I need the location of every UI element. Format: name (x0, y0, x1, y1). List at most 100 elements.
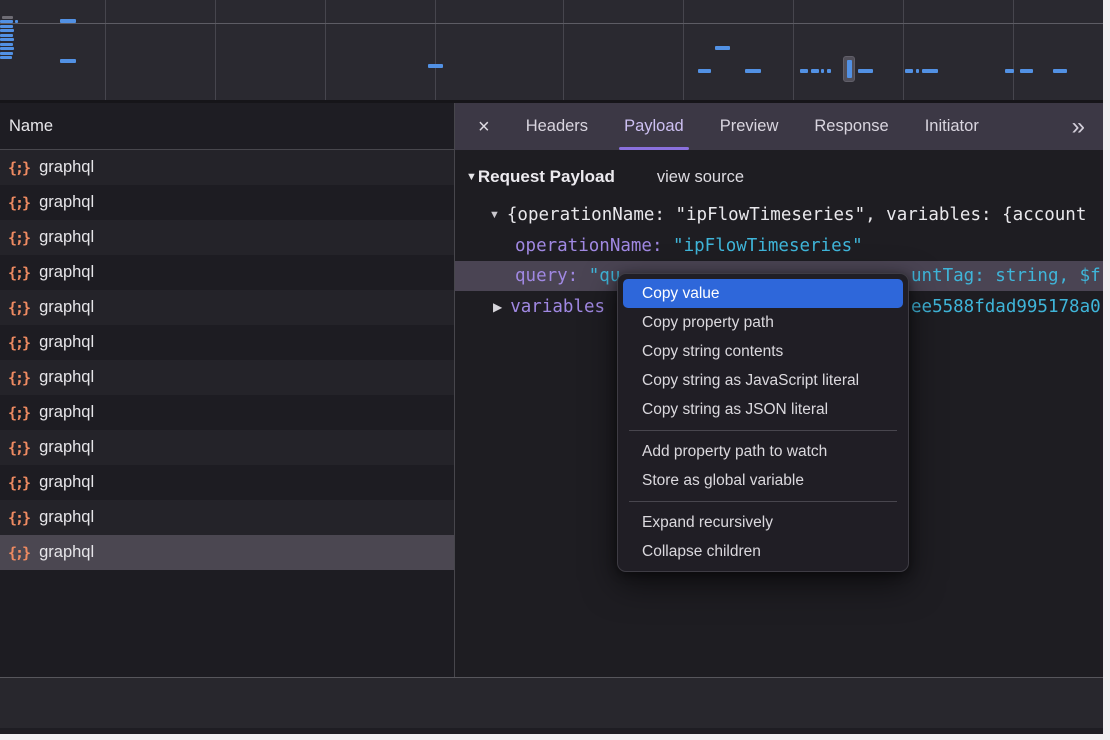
network-request-row[interactable]: {;} graphql (0, 255, 454, 290)
json-braces-icon: {;} (8, 404, 29, 422)
menu-divider (629, 501, 897, 502)
request-timeline-bar (60, 59, 76, 63)
network-request-row[interactable]: {;} graphql (0, 185, 454, 220)
network-request-row[interactable]: {;}graphql (0, 290, 454, 325)
payload-preview-text: {operationName: "ipFlowTimeseries", vari… (507, 205, 1086, 225)
request-timeline-bar (0, 34, 13, 37)
network-overview[interactable] (0, 0, 1103, 103)
json-braces-icon: {;} (8, 159, 29, 177)
timeline-gridline (435, 0, 436, 100)
menu-item-store-as-global-variable[interactable]: Store as global variable (623, 466, 903, 495)
section-expand-icon[interactable]: ▼ (466, 171, 477, 183)
timeline-gridline (105, 0, 106, 100)
request-timeline-bar (0, 47, 14, 50)
details-tab-bar: × Headers Payload Preview Response Initiator… (455, 103, 1103, 150)
network-request-row[interactable]: {;} graphql (0, 360, 454, 395)
devtools-window: Name {;}graphql{;}graphql{;}graphql{;}gr… (0, 0, 1103, 734)
json-braces-icon: {;} (8, 509, 29, 527)
collapsed-icon[interactable]: ▶ (493, 300, 502, 314)
timeline-gridline (215, 0, 216, 100)
network-request-row[interactable]: {;} graphql (0, 220, 454, 255)
tab-response[interactable]: Response (814, 103, 888, 150)
network-request-row[interactable]: {;}graphql (0, 325, 454, 360)
network-request-row[interactable]: {;}graphql (0, 430, 454, 465)
request-name-label: graphql (39, 368, 94, 387)
request-timeline-bar (1053, 69, 1067, 73)
name-column-label: Name (9, 117, 53, 136)
request-timeline-bar (0, 25, 13, 28)
json-braces-icon: {;} (8, 369, 29, 387)
network-request-row[interactable]: {;} graphql (0, 465, 454, 500)
request-name-label: graphql (39, 473, 94, 492)
menu-item-copy-string-as-javascript-literal[interactable]: Copy string as JavaScript literal (623, 366, 903, 395)
timeline-gridline (563, 0, 564, 100)
request-timeline-bar (1005, 69, 1014, 73)
request-timeline-bar (821, 69, 824, 73)
name-column-header[interactable]: Name (0, 103, 454, 150)
network-request-row[interactable]: {;} graphql (0, 500, 454, 535)
menu-item-expand-recursively[interactable]: Expand recursively (623, 508, 903, 537)
request-timeline-bar (0, 52, 13, 55)
request-name-label: graphql (39, 333, 94, 352)
more-tabs-icon[interactable]: » (1072, 115, 1085, 139)
network-request-row[interactable]: {;}graphql (0, 535, 454, 570)
menu-item-copy-string-contents[interactable]: Copy string contents (623, 337, 903, 366)
selected-request-bar (847, 60, 852, 78)
json-braces-icon: {;} (8, 229, 29, 247)
tab-headers[interactable]: Headers (526, 103, 588, 150)
request-timeline-bar (715, 46, 730, 50)
request-name-label: graphql (39, 158, 94, 177)
payload-root-row[interactable]: ▼ {operationName: "ipFlowTimeseries", va… (455, 200, 1103, 230)
requests-list: {;} graphql {;} graphql {;} graphql {;} graphql… (0, 150, 454, 570)
json-braces-icon: {;} (8, 439, 29, 457)
request-timeline-bar (428, 64, 443, 68)
request-name-label: graphql (39, 508, 94, 527)
network-request-row[interactable]: {;} graphql (0, 150, 454, 185)
menu-item-copy-value[interactable]: Copy value (623, 279, 903, 308)
request-timeline-bar (858, 69, 873, 73)
request-timeline-bar (922, 69, 938, 73)
menu-item-add-property-path-to-watch[interactable]: Add property path to watch (623, 437, 903, 466)
selected-request-marker (843, 56, 855, 82)
close-icon[interactable]: × (478, 117, 490, 137)
request-payload-section-header: ▼ Request Payload view source (455, 161, 744, 193)
property-value-clipped-right: ee5588fdad995178a0 (911, 292, 1101, 322)
property-value-clipped-right: untTag: string, $f (911, 261, 1101, 291)
timeline-axis-line (0, 23, 1103, 24)
request-name-label: graphql (39, 543, 94, 562)
section-title: Request Payload (478, 167, 615, 187)
request-timeline-bar (827, 69, 831, 73)
tab-preview[interactable]: Preview (720, 103, 779, 150)
property-key: query: (515, 266, 589, 286)
timeline-gridline (683, 0, 684, 100)
menu-item-collapse-children[interactable]: Collapse children (623, 537, 903, 566)
request-timeline-bar (698, 69, 711, 73)
timeline-gridline (903, 0, 904, 100)
property-value: "ipFlowTimeseries" (673, 236, 863, 256)
json-braces-icon: {;} (8, 264, 29, 282)
request-timeline-bar (905, 69, 913, 73)
request-name-label: graphql (39, 228, 94, 247)
request-timeline-bar (0, 43, 13, 46)
request-timeline-bar (800, 69, 808, 73)
request-timeline-bar (0, 20, 13, 23)
timeline-gridline (793, 0, 794, 100)
menu-item-copy-property-path[interactable]: Copy property path (623, 308, 903, 337)
request-timeline-bar (745, 69, 761, 73)
network-request-row[interactable]: {;} graphql (0, 395, 454, 430)
property-key: operationName: (515, 236, 673, 256)
menu-divider (629, 430, 897, 431)
request-timeline-bar (811, 69, 819, 73)
expand-icon[interactable]: ▼ (489, 209, 500, 221)
request-name-label: graphql (39, 193, 94, 212)
menu-item-copy-string-as-json-literal[interactable]: Copy string as JSON literal (623, 395, 903, 424)
tab-initiator[interactable]: Initiator (925, 103, 979, 150)
request-timeline-bar (15, 20, 18, 23)
payload-operationname-row[interactable]: operationName: "ipFlowTimeseries" (455, 231, 1103, 261)
json-braces-icon: {;} (8, 194, 29, 212)
request-name-label: graphql (39, 263, 94, 282)
json-braces-icon: {;} (8, 474, 29, 492)
tab-payload[interactable]: Payload (624, 103, 684, 150)
request-name-label: graphql (39, 403, 94, 422)
view-source-link[interactable]: view source (657, 168, 744, 187)
